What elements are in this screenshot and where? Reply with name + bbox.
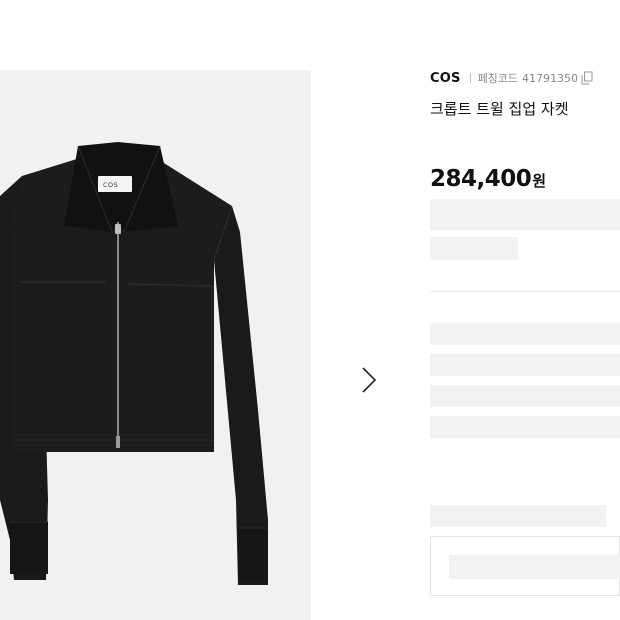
price-currency: 원 xyxy=(532,172,547,190)
loading-placeholder xyxy=(430,323,620,345)
loading-placeholder xyxy=(430,199,620,230)
loading-placeholder xyxy=(430,416,620,438)
product-meta-row: COS 페칭코드 41791350 xyxy=(430,70,593,86)
loading-placeholder xyxy=(430,237,518,260)
product-code-value: 41791350 xyxy=(522,71,579,85)
section-divider xyxy=(430,291,620,292)
product-info-panel: COS 페칭코드 41791350 크롭트 트윌 집업 자켓 284,400 원 xyxy=(430,0,620,620)
copy-icon[interactable] xyxy=(581,71,593,85)
loading-placeholder xyxy=(430,354,620,376)
product-price: 284,400 원 xyxy=(430,166,546,192)
jacket-label-text: COS xyxy=(103,181,119,189)
loading-placeholder xyxy=(430,385,620,407)
meta-separator xyxy=(469,73,471,83)
product-image[interactable]: COS xyxy=(0,70,311,620)
brand-name[interactable]: COS xyxy=(430,71,461,86)
price-amount: 284,400 xyxy=(430,166,532,192)
loading-placeholder xyxy=(430,505,606,527)
jacket-illustration xyxy=(0,142,268,585)
option-select-box[interactable] xyxy=(430,536,620,596)
product-code-label: 페칭코드 xyxy=(477,72,519,85)
loading-placeholder xyxy=(449,555,620,579)
product-title: 크롭트 트윌 집업 자켓 xyxy=(430,100,569,118)
chevron-right-icon[interactable] xyxy=(357,364,381,396)
